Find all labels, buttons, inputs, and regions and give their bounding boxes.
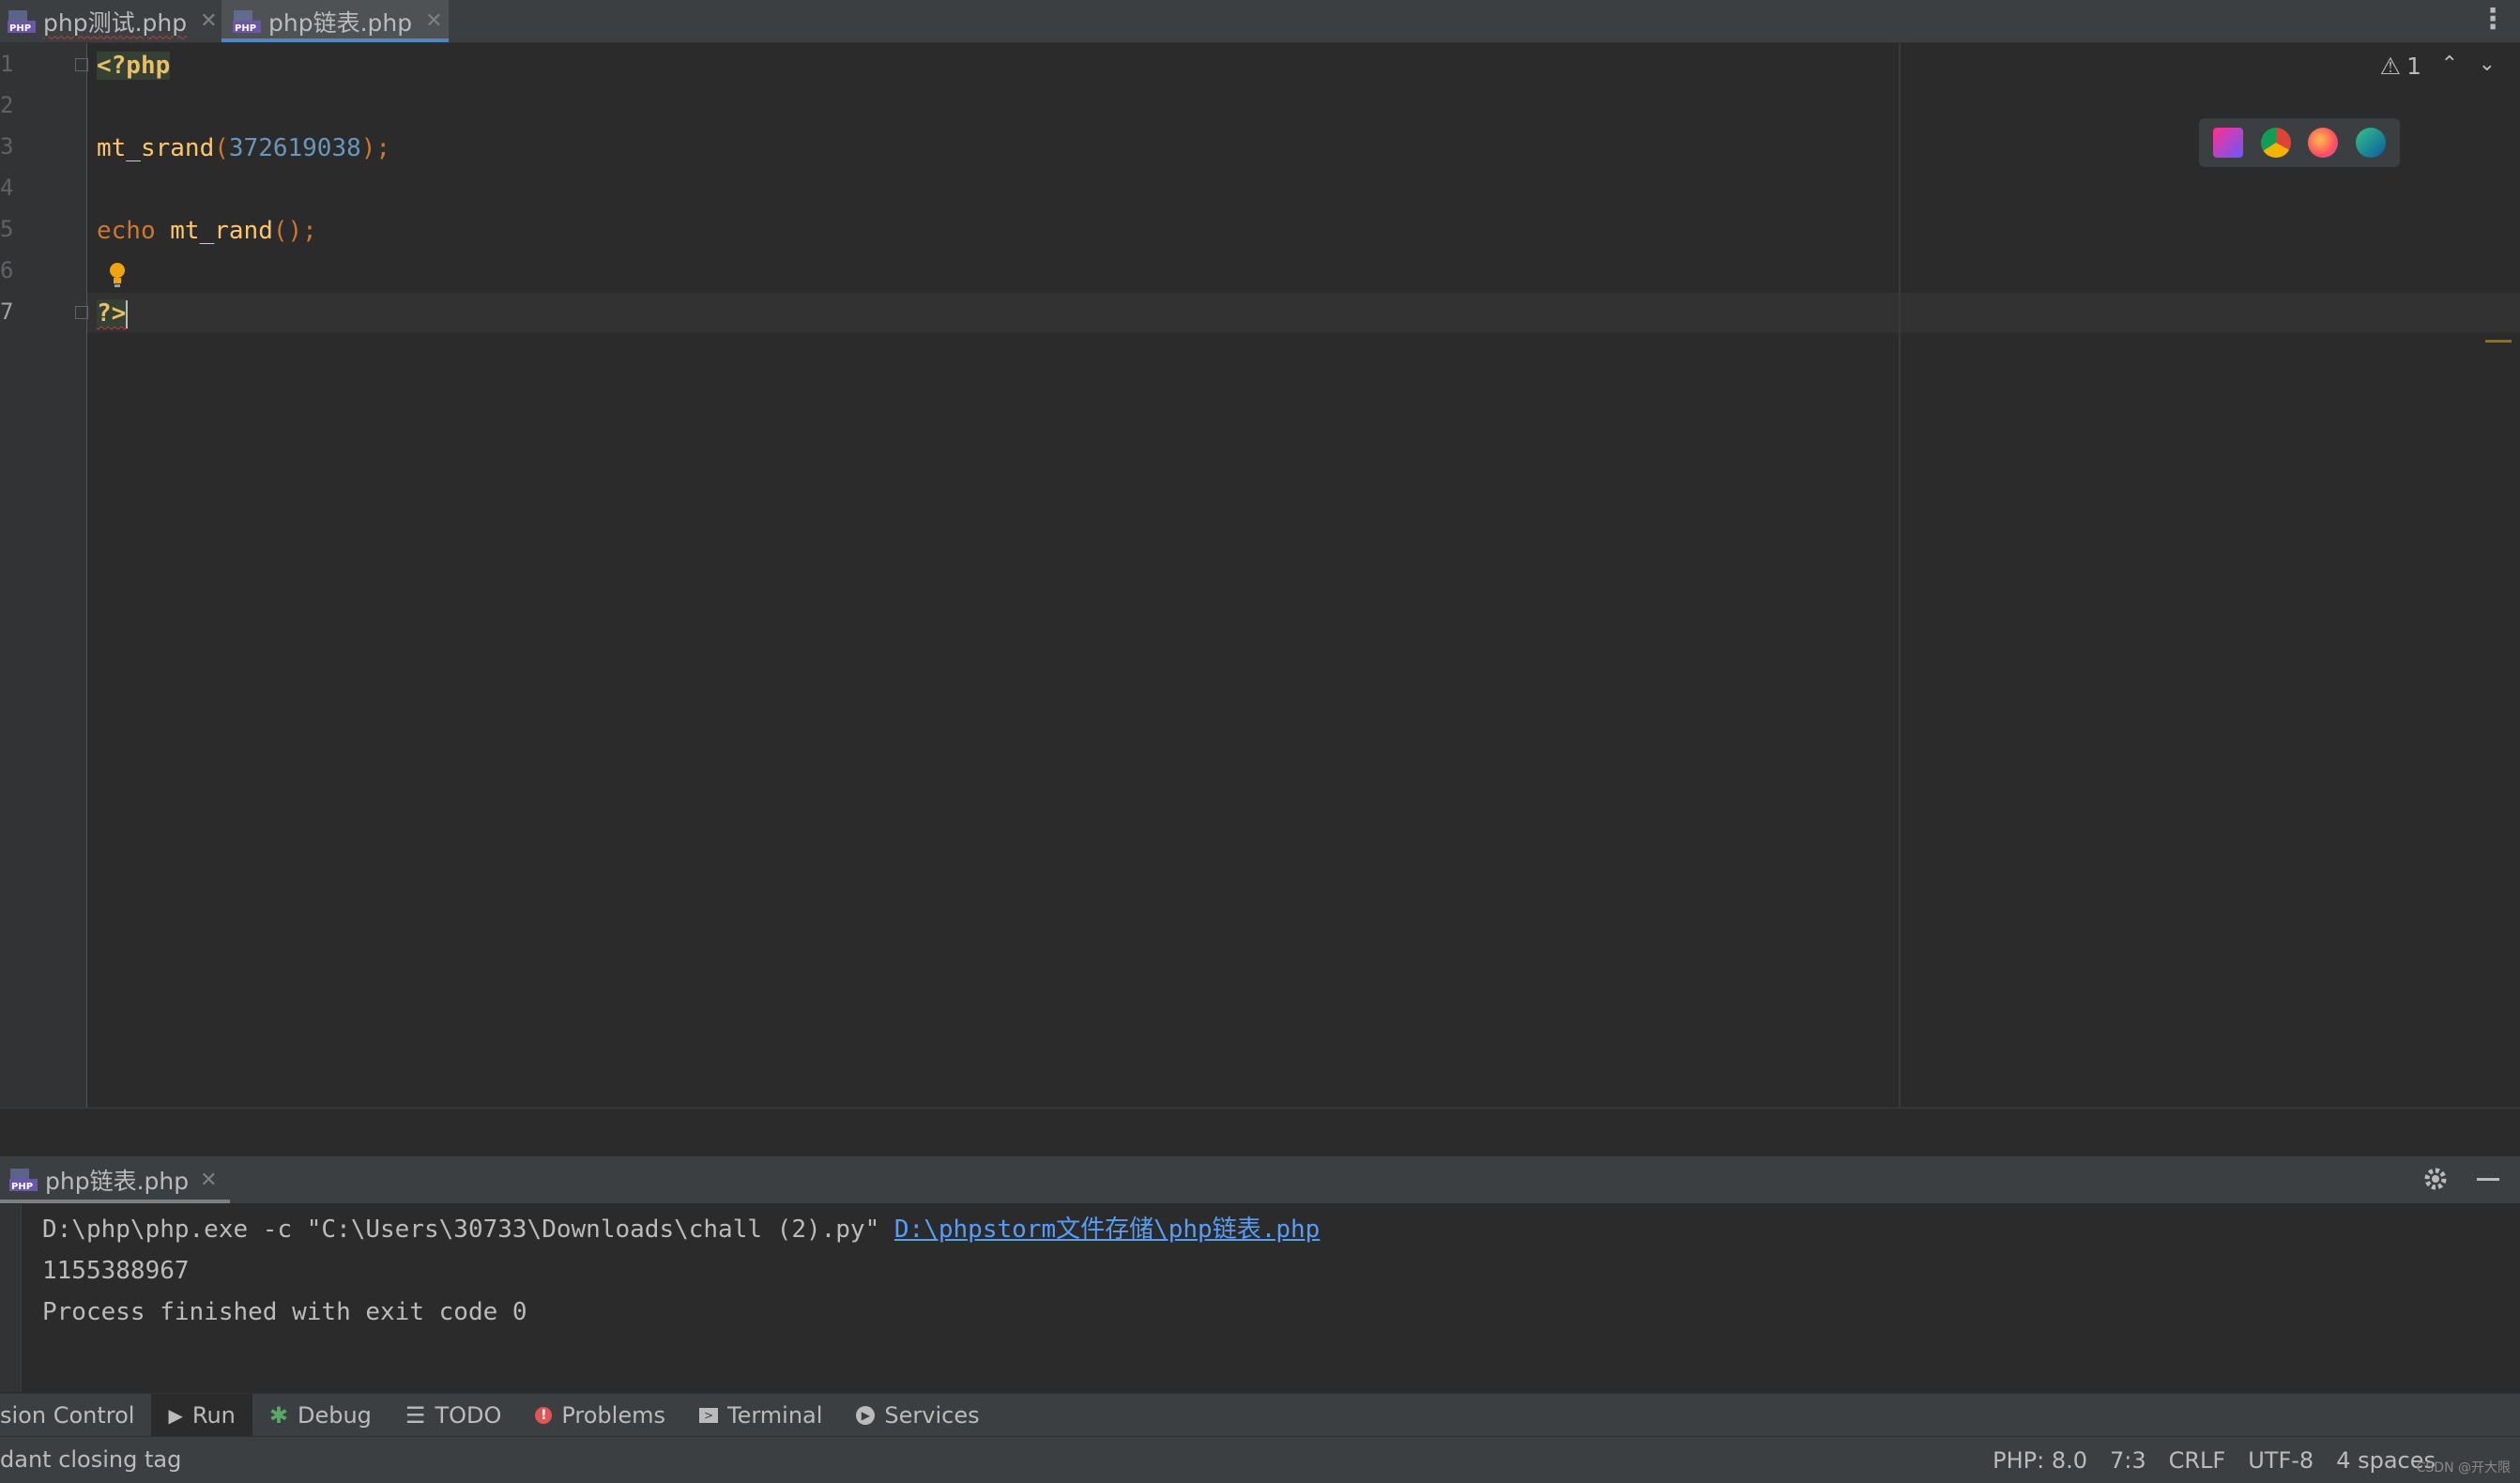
tab-php-test[interactable]: PHP php测试.php ✕: [0, 0, 221, 42]
tool-debug[interactable]: ✱ Debug: [252, 1394, 389, 1437]
tool-terminal[interactable]: > Terminal: [682, 1394, 839, 1437]
line-separator-widget[interactable]: CRLF: [2169, 1447, 2226, 1474]
tool-label: Problems: [561, 1402, 665, 1429]
run-tool-header: [0, 1156, 2520, 1203]
minimize-icon[interactable]: [2477, 1178, 2499, 1181]
tool-run[interactable]: ▶ Run: [151, 1394, 252, 1437]
watermark: CSDN @开大限: [2416, 1460, 2511, 1475]
play-icon: ▶: [168, 1404, 183, 1427]
status-bar: dant closing tag PHP: 8.0 7:3 CRLF UTF-8…: [0, 1436, 2520, 1483]
line-number: 7: [0, 298, 14, 325]
console-command: D:\php\php.exe -c "C:\Users\30733\Downlo…: [42, 1215, 894, 1244]
caret-position-widget[interactable]: 7:3: [2110, 1447, 2146, 1474]
error-stripe-marker[interactable]: [2485, 340, 2512, 343]
chrome-icon[interactable]: [2260, 128, 2291, 158]
browser-preview-popup: [2199, 118, 2400, 167]
svg-text:PHP: PHP: [235, 23, 256, 34]
more-vertical-icon[interactable]: ⋮: [2479, 4, 2507, 36]
terminal-icon: >: [698, 1408, 718, 1423]
close-icon[interactable]: ✕: [200, 1169, 217, 1192]
text-caret: [126, 299, 129, 329]
line-number-gutter: [0, 43, 87, 1108]
tool-services[interactable]: ▶ Services: [839, 1394, 996, 1437]
run-console-output[interactable]: D:\php\php.exe -c "C:\Users\30733\Downlo…: [42, 1209, 1320, 1333]
php-open-tag: <?php: [97, 52, 171, 80]
run-side-toolbar: [0, 1204, 22, 1392]
php-close-tag: ?>: [97, 299, 127, 328]
svg-text:PHP: PHP: [11, 1182, 33, 1192]
inspection-widget[interactable]: ⚠ 1: [2380, 53, 2421, 80]
current-line-highlight: [87, 293, 2520, 332]
line-number: 3: [0, 133, 14, 160]
tab-label: php链表.php: [268, 8, 413, 37]
console-file-link[interactable]: D:\phpstorm文件存储\php链表.php: [894, 1215, 1320, 1244]
tool-label: Run: [191, 1402, 236, 1429]
code-editor[interactable]: [87, 43, 2520, 1108]
bug-icon: ✱: [268, 1402, 288, 1429]
warning-count: 1: [2406, 53, 2421, 80]
tool-label: Terminal: [726, 1402, 823, 1429]
fold-marker-icon[interactable]: [75, 306, 88, 319]
console-exit-line: Process finished with exit code 0: [42, 1298, 527, 1326]
right-margin-guide: [1899, 43, 1901, 1108]
fold-marker-icon[interactable]: [75, 58, 88, 71]
keyword: echo: [97, 217, 156, 245]
line-number: 6: [0, 257, 14, 283]
tool-problems[interactable]: ! Problems: [518, 1394, 682, 1437]
number-literal: 372619038: [228, 134, 361, 162]
console-command-line: D:\php\php.exe -c "C:\Users\30733\Downlo…: [42, 1209, 1320, 1250]
line-number: 2: [0, 92, 14, 118]
tab-php-linkedlist[interactable]: PHP php链表.php ✕: [221, 0, 449, 42]
close-icon[interactable]: ✕: [425, 9, 442, 33]
tool-label: sion Control: [0, 1402, 135, 1429]
tab-label: php测试.php: [43, 8, 188, 37]
firefox-icon[interactable]: [2308, 128, 2339, 158]
code-line-5: echo mt_rand();: [97, 216, 317, 246]
error-icon: !: [535, 1407, 553, 1424]
php-file-icon: PHP: [233, 9, 261, 34]
console-output-line: 1155388967: [42, 1257, 190, 1285]
php-file-icon: PHP: [9, 1169, 38, 1192]
edge-icon[interactable]: [2355, 128, 2386, 158]
punctuation: ();: [272, 217, 317, 245]
punctuation: (: [214, 134, 229, 162]
gear-icon[interactable]: [2421, 1164, 2451, 1194]
run-config-tab[interactable]: PHP php链表.php ✕: [0, 1156, 230, 1203]
chevron-up-icon[interactable]: ⌃: [2441, 53, 2458, 76]
tool-window-bar: sion Control ▶ Run ✱ Debug ☰ TODO ! Prob…: [0, 1393, 2520, 1437]
code-line-3: mt_srand(372619038);: [97, 133, 390, 163]
lightbulb-icon[interactable]: [108, 261, 127, 289]
services-icon: ▶: [856, 1406, 876, 1425]
panel-separator: [0, 1108, 2520, 1157]
run-tab-label: php链表.php: [45, 1168, 190, 1195]
status-message: dant closing tag: [0, 1446, 182, 1473]
function-name: mt_srand: [97, 134, 215, 162]
line-number: 1: [0, 51, 14, 77]
line-number: 5: [0, 216, 14, 242]
line-number: 4: [0, 175, 14, 201]
warning-icon: ⚠: [2379, 53, 2402, 80]
code-line-7: ?>: [97, 298, 129, 329]
tool-label: Services: [884, 1402, 980, 1429]
status-widgets: PHP: 8.0 7:3 CRLF UTF-8 4 spaces: [1993, 1437, 2436, 1483]
close-icon[interactable]: ✕: [200, 9, 217, 33]
chevron-down-icon[interactable]: ⌄: [2479, 53, 2496, 76]
function-name: mt_rand: [170, 217, 273, 245]
tool-todo[interactable]: ☰ TODO: [389, 1394, 518, 1437]
php-version-widget[interactable]: PHP: 8.0: [1993, 1447, 2087, 1474]
punctuation: );: [360, 134, 391, 162]
phpstorm-icon[interactable]: [2213, 128, 2244, 158]
list-icon: ☰: [405, 1402, 426, 1429]
svg-text:PHP: PHP: [9, 23, 31, 34]
code-line-1: <?php: [97, 51, 171, 81]
editor-tab-bar: PHP php测试.php ✕ PHP php链表.php ✕ ⋮: [0, 0, 2520, 43]
encoding-widget[interactable]: UTF-8: [2248, 1447, 2314, 1474]
tool-label: TODO: [435, 1402, 502, 1429]
tool-label: Debug: [297, 1402, 372, 1429]
php-file-icon: PHP: [8, 9, 36, 34]
tool-version-control[interactable]: sion Control: [0, 1394, 151, 1437]
